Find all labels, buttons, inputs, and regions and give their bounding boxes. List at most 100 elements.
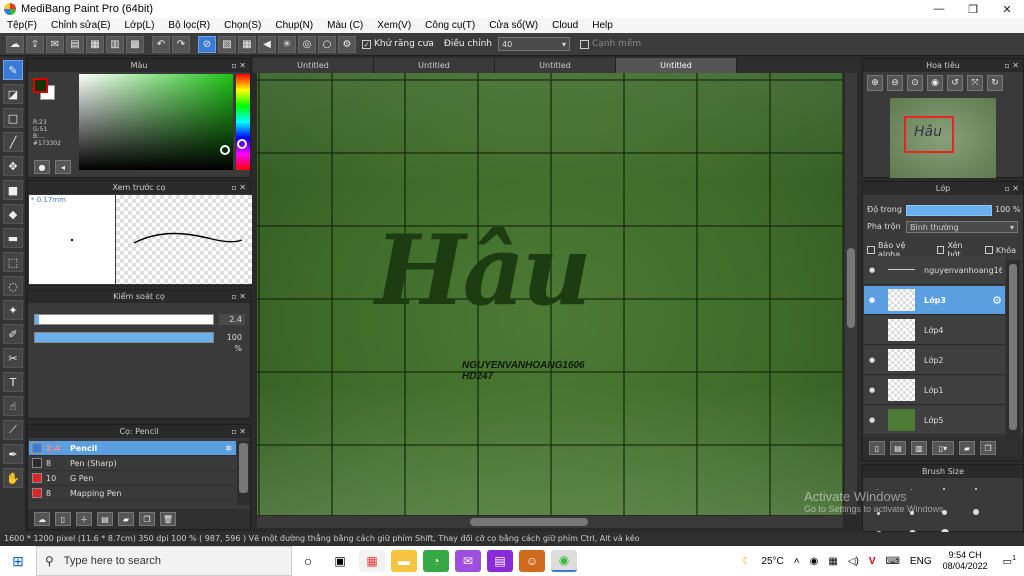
select-pen-tool-icon[interactable]: ✐	[3, 324, 23, 344]
language-indicator[interactable]: ENG	[910, 556, 932, 567]
visibility-eye-icon[interactable]: ●	[866, 296, 878, 304]
trash-icon[interactable]: 🗑	[160, 512, 176, 526]
brush-opacity-slider[interactable]	[34, 332, 214, 343]
taskbar-clock[interactable]: 9:54 CH 08/04/2022	[943, 550, 988, 572]
correction-select[interactable]: 40 ▾	[497, 37, 570, 51]
hue-slider[interactable]	[236, 74, 250, 170]
archive-app-icon[interactable]: ▤	[487, 550, 513, 572]
blend-mode-select[interactable]: Bình thường ▾	[906, 221, 1018, 233]
vietkey-icon[interactable]: V	[869, 556, 876, 567]
menu-view[interactable]: Xem(V)	[370, 20, 418, 31]
zoom-out-icon[interactable]: ⊖	[887, 75, 903, 91]
weather-moon-icon[interactable]: ☾	[742, 556, 751, 567]
brush-size-slider[interactable]	[34, 314, 214, 325]
brush-list-scrollbar[interactable]	[237, 441, 250, 505]
visibility-eye-icon[interactable]: ●	[866, 416, 878, 424]
drawing-canvas[interactable]: Hâu NGUYENVANHOANG1606 HD247	[257, 73, 843, 515]
temperature-readout[interactable]: 25°C	[761, 556, 783, 567]
snap-parallel-icon[interactable]: ▨	[218, 35, 236, 53]
panel-float-close-icon[interactable]: ▫ ✕	[231, 59, 246, 72]
brush-item-pen-sharp[interactable]: 8 Pen (Sharp)	[29, 456, 236, 471]
messenger-icon[interactable]: ✉	[455, 550, 481, 572]
eraser-tool-icon[interactable]: ◪	[3, 84, 23, 104]
rotate-left-icon[interactable]: ↺	[947, 75, 963, 91]
duplicate-layer-icon[interactable]: ❐	[980, 441, 996, 455]
new-8bit-layer-icon[interactable]: ▥	[911, 441, 927, 455]
panel-float-close-icon[interactable]: ▫ ✕	[231, 425, 246, 438]
rotate-reset-icon[interactable]: ⤧	[967, 75, 983, 91]
line-tool-icon[interactable]: ╱	[3, 132, 23, 152]
swatch-menu-icon[interactable]: ◂	[55, 160, 71, 174]
chevron-up-icon[interactable]: ˄	[794, 556, 800, 567]
brush-item-pencil[interactable]: 2.4 Pencil ✲	[29, 441, 236, 456]
saturation-value-picker[interactable]	[79, 74, 233, 170]
menu-tools[interactable]: Công cụ(T)	[418, 20, 482, 31]
menu-edit[interactable]: Chỉnh sửa(E)	[44, 20, 118, 31]
menu-filter[interactable]: Bộ lọc(R)	[161, 20, 217, 31]
gear-icon[interactable]: ⚙	[992, 294, 1002, 307]
panel-float-close-icon[interactable]: ▫ ✕	[231, 290, 246, 303]
brush-tool-icon[interactable]: ✎	[3, 60, 23, 80]
duplicate-brush-icon[interactable]: ❐	[139, 512, 155, 526]
snap-settings-icon[interactable]: ⚙	[338, 35, 356, 53]
taskbar-search-box[interactable]: ⚲ Type here to search	[36, 546, 292, 576]
add-swatch-icon[interactable]: ●	[34, 160, 50, 174]
layer-row[interactable]: ● nguyenvanhoang16	[864, 256, 1005, 285]
snap-radial-icon[interactable]: ✳	[278, 35, 296, 53]
foreground-color-swatch[interactable]	[33, 78, 48, 93]
layer-row[interactable]: ● Lớp2	[864, 346, 1005, 375]
layer-row[interactable]: ● Lớp5	[864, 406, 1005, 435]
viewport-rect[interactable]	[904, 116, 954, 153]
lasso-tool-icon[interactable]: ◌	[3, 276, 23, 296]
navigator-thumbnail[interactable]: Hâu	[890, 98, 996, 178]
hand-tool-icon[interactable]: ✋	[3, 468, 23, 488]
visibility-eye-icon[interactable]: ●	[866, 266, 878, 274]
zoom-fit-icon[interactable]: ⊙	[907, 75, 923, 91]
add-layer-menu-icon[interactable]: ▯▾	[932, 441, 954, 455]
brush-settings-icon[interactable]: ▤	[97, 512, 113, 526]
snap-cross-icon[interactable]: ▦	[238, 35, 256, 53]
menu-file[interactable]: Tệp(F)	[0, 20, 44, 31]
gear-icon[interactable]: ✲	[225, 444, 232, 453]
gradient-tool-icon[interactable]: ▬	[3, 228, 23, 248]
canvas-vertical-scrollbar[interactable]	[845, 73, 857, 515]
browser-icon[interactable]: ◔	[423, 550, 449, 572]
file-explorer-icon[interactable]: ▬	[391, 550, 417, 572]
layer-row[interactable]: ● Lớp3 ⚙	[864, 286, 1005, 315]
menu-select[interactable]: Chọn(S)	[217, 20, 268, 31]
undo-icon[interactable]: ↶	[152, 35, 170, 53]
fill-rect-tool-icon[interactable]: ■	[3, 180, 23, 200]
chat-icon[interactable]: ✉	[46, 35, 64, 53]
medibang-taskbar-icon[interactable]: ◉	[551, 550, 577, 572]
menu-layer[interactable]: Lớp(L)	[118, 20, 162, 31]
cortana-icon[interactable]: ○	[295, 550, 321, 572]
task-view-icon[interactable]: ▣	[327, 550, 353, 572]
menu-snap[interactable]: Chụp(N)	[268, 20, 320, 31]
visibility-eye-icon[interactable]: ●	[866, 356, 878, 364]
select-eraser-tool-icon[interactable]: ✂	[3, 348, 23, 368]
brush-size-value[interactable]: 2.4	[219, 314, 245, 325]
layer-folder-icon[interactable]: ▰	[959, 441, 975, 455]
menu-color[interactable]: Màu (C)	[320, 20, 370, 31]
visibility-eye-icon[interactable]: ●	[866, 386, 878, 394]
grid-view-icon[interactable]: ▥	[106, 35, 124, 53]
cloud-icon[interactable]: ☁	[6, 35, 24, 53]
antialias-checkbox[interactable]: ✓ Khử răng cưa	[362, 39, 434, 49]
panel-float-close-icon[interactable]: ▫ ✕	[1004, 182, 1019, 195]
zoom-in-icon[interactable]: ⊕	[867, 75, 883, 91]
menu-help[interactable]: Help	[585, 20, 620, 31]
operation-tool-icon[interactable]: ☝	[3, 396, 23, 416]
layer-opacity-slider[interactable]	[906, 205, 992, 216]
cloud-brush-icon[interactable]: ☁	[34, 512, 50, 526]
network-icon[interactable]: ▦	[828, 556, 837, 567]
new-layer-icon[interactable]: ▯	[869, 441, 885, 455]
soft-edge-checkbox[interactable]: Cạnh mềm	[579, 39, 641, 49]
windows-start-icon[interactable]: ⊞	[0, 546, 36, 576]
pen-tool-icon[interactable]: ✒	[3, 444, 23, 464]
close-button[interactable]: ✕	[990, 0, 1024, 18]
keyboard-icon[interactable]: ⌨	[885, 556, 899, 567]
tab-untitled-1[interactable]: Untitled	[253, 58, 374, 73]
rotate-right-icon[interactable]: ↻	[987, 75, 1003, 91]
panel-float-close-icon[interactable]: ▫ ✕	[231, 181, 246, 194]
move-tool-icon[interactable]: ✥	[3, 156, 23, 176]
